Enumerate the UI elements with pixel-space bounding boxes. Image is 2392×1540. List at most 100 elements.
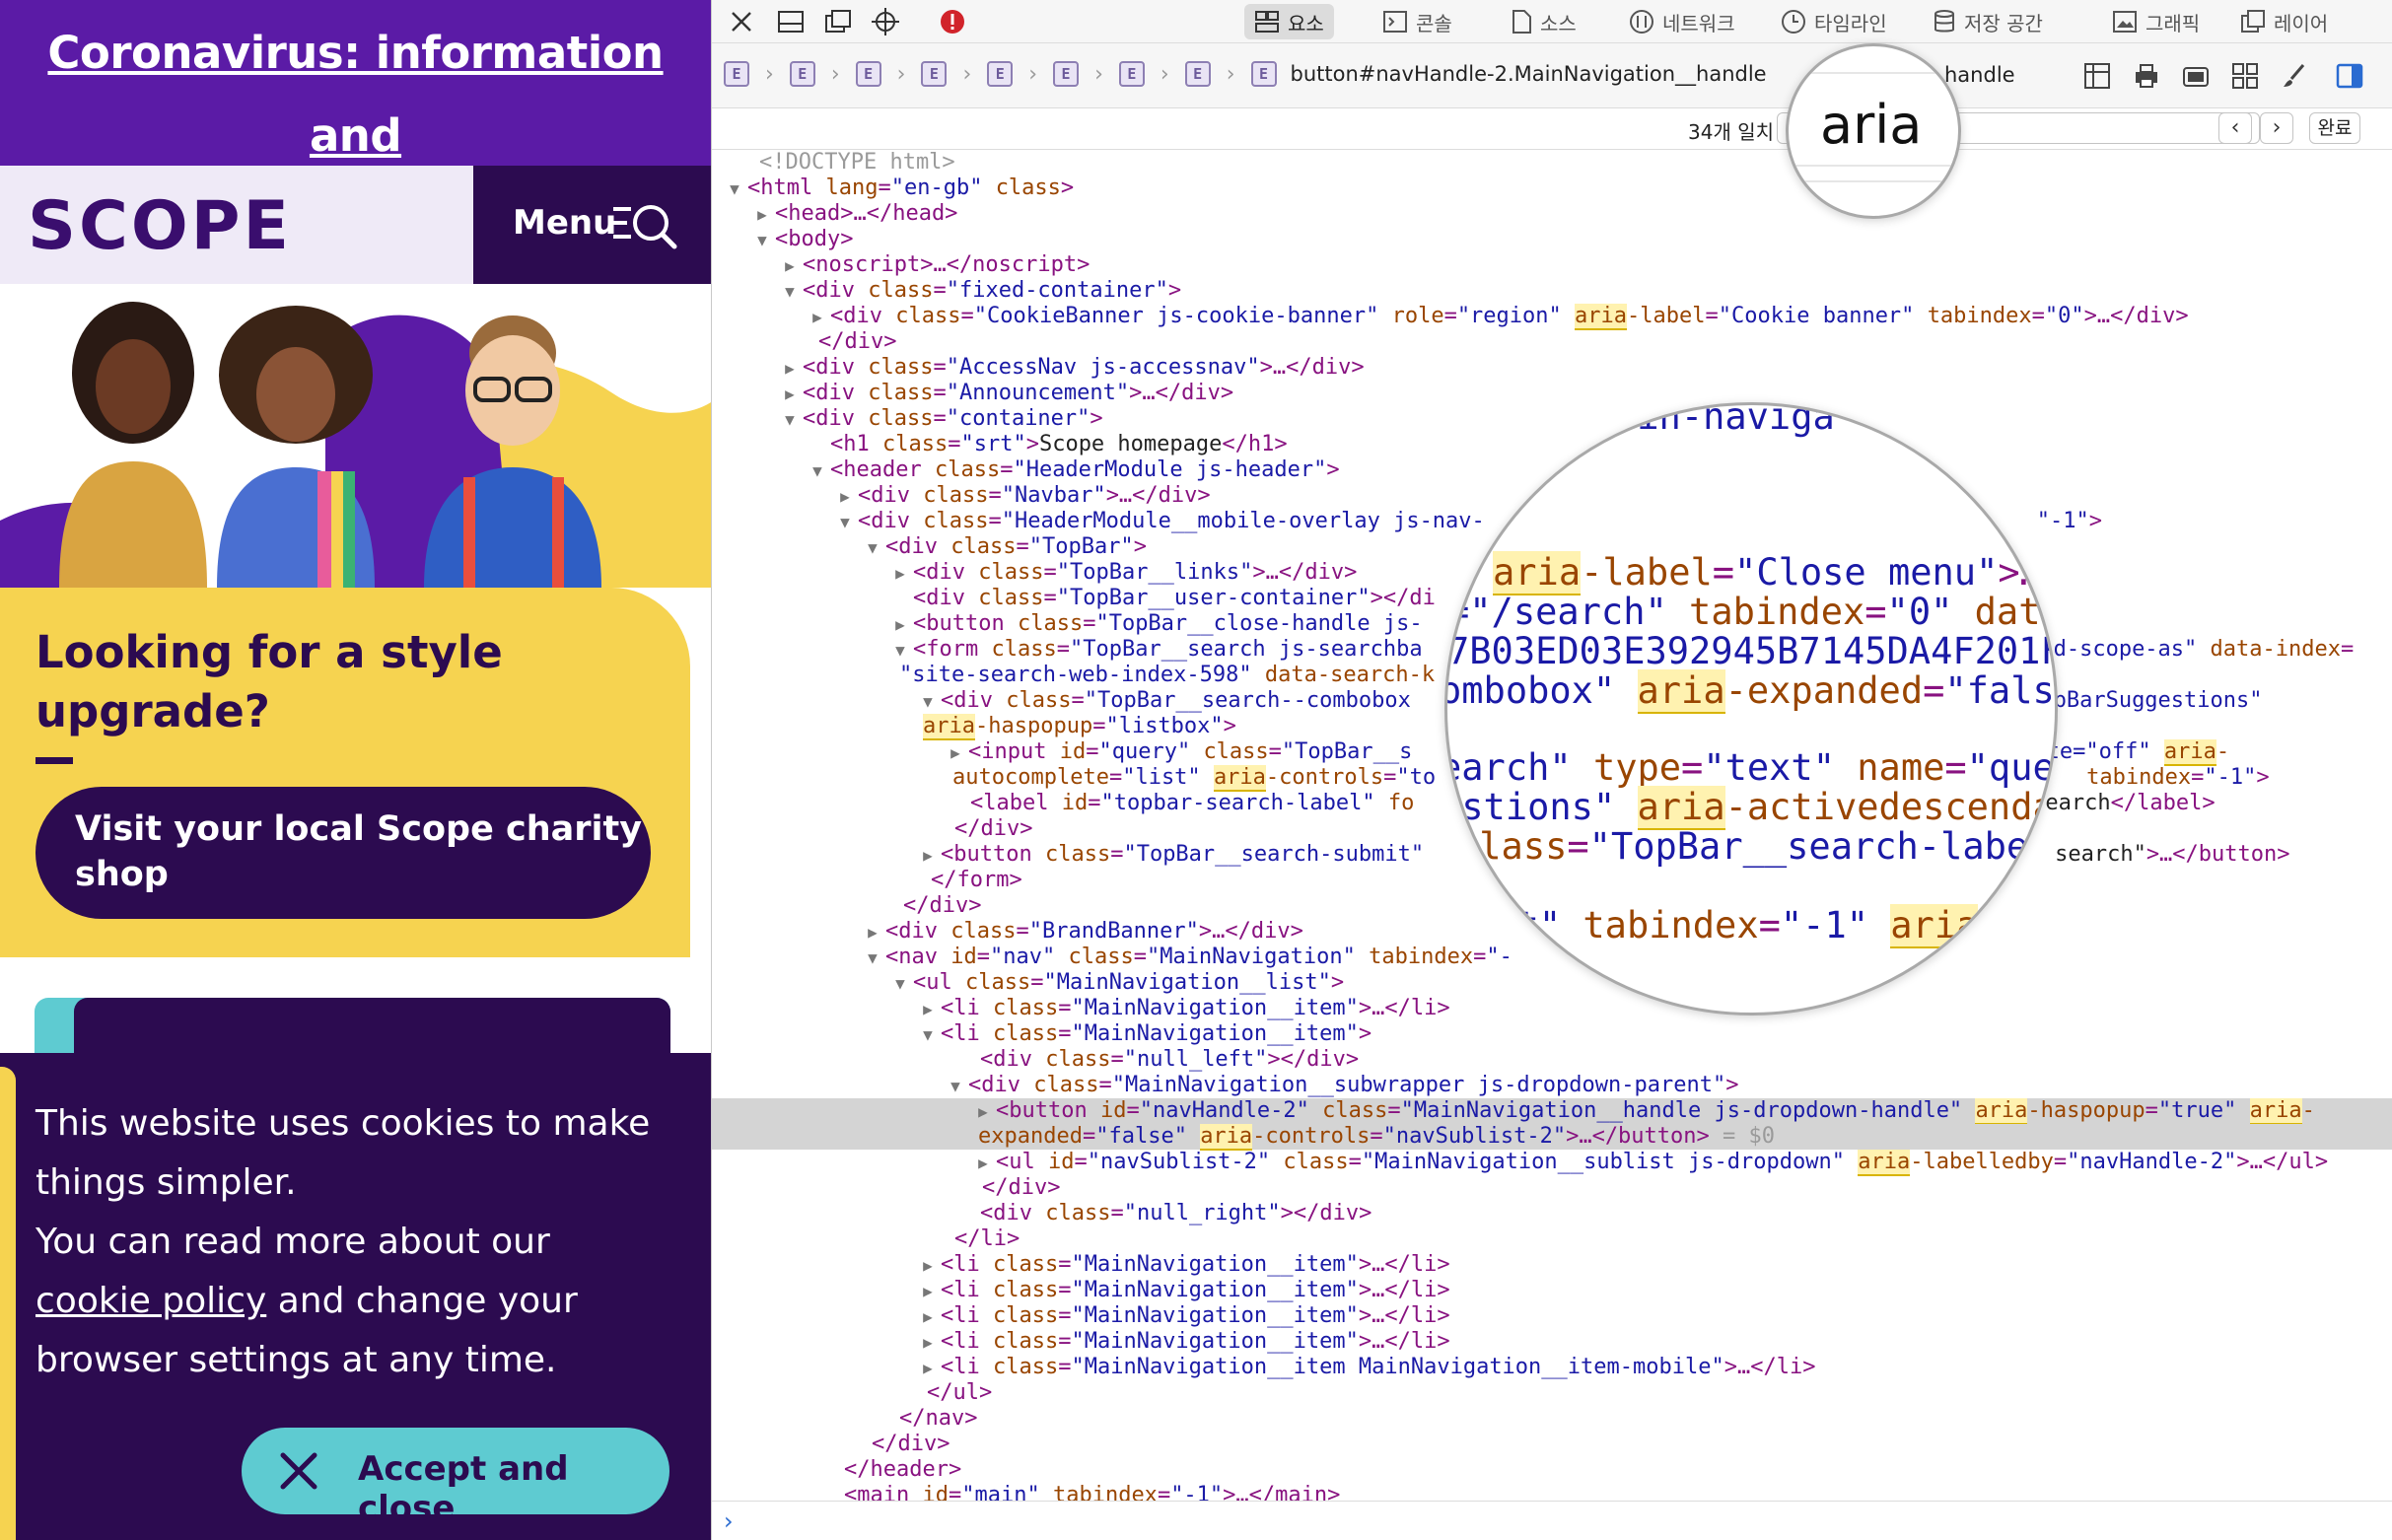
cookie-text: This website uses cookies to make things… <box>35 1103 651 1380</box>
tree-row[interactable]: ▼ <div class="container"> <box>712 406 2392 432</box>
breadcrumb-element-icon[interactable]: E <box>1053 61 1080 87</box>
coronavirus-alert-banner: Coronavirus: information andupdates <box>0 0 711 245</box>
breadcrumb-element-icon[interactable]: E <box>987 61 1014 87</box>
layers-icon <box>2241 10 2265 33</box>
tree-row[interactable]: ▶ <li class="MainNavigation__item">…</li> <box>712 996 2392 1021</box>
dock-bottom-icon[interactable] <box>775 6 807 37</box>
breadcrumb-element-icon[interactable]: E <box>724 61 749 87</box>
visit-shop-button[interactable]: Visit your local Scope charity shop <box>35 787 651 919</box>
prompt-chevron-icon: › <box>724 1507 734 1535</box>
tree-row[interactable]: ▶ <li class="MainNavigation__item">…</li> <box>712 1252 2392 1278</box>
menu-search-icon <box>613 205 677 249</box>
breadcrumb-element-icon[interactable]: E <box>1118 61 1145 87</box>
tree-row[interactable]: <div class="null_left"></div> <box>712 1047 2392 1073</box>
tree-row[interactable]: </li> <box>712 1226 2392 1252</box>
tree-row[interactable]: </header> <box>712 1457 2392 1483</box>
breadcrumb: E › E › E › E › E › E › E › E › E button#navHand… <box>724 61 1767 87</box>
scope-logo[interactable]: SCOPE <box>28 187 292 265</box>
tree-row[interactable]: </div> <box>712 1175 2392 1201</box>
find-bar: 34개 일치 ‹ › 완료 <box>712 108 2392 150</box>
paint-brush-icon[interactable] <box>2280 61 2309 91</box>
promo-rule <box>35 757 73 764</box>
magnifier-dom: ain-naviga aria-label="Close menu">…</ =… <box>1444 402 2058 1015</box>
tree-row[interactable]: ▶ <noscript>…</noscript> <box>712 252 2392 278</box>
tree-row[interactable]: ▶ <ul id="navSublist-2" class="MainNaviga… <box>712 1150 2392 1176</box>
tree-row[interactable]: ▼ <body> <box>712 227 2392 252</box>
menu-button[interactable]: Menu <box>473 166 711 284</box>
breadcrumb-element-icon[interactable]: E <box>789 61 815 87</box>
tab-elements[interactable]: 요소 <box>1244 4 1334 39</box>
tree-row[interactable]: ▶ <li class="MainNavigation__item">…</li> <box>712 1303 2392 1329</box>
tree-row[interactable]: <h1 class="srt">Scope homepage</h1> <box>712 432 2392 457</box>
breadcrumb-tail: handle <box>1944 63 2015 87</box>
tree-row[interactable]: ▼ <ul class="MainNavigation__list"> <box>712 970 2392 996</box>
element-picker-icon[interactable] <box>870 6 901 37</box>
next-match-button[interactable]: › <box>2260 112 2293 144</box>
tree-row[interactable]: <div class="null_right"></div> <box>712 1201 2392 1226</box>
console-prompt[interactable]: › <box>712 1501 2392 1540</box>
undock-icon[interactable] <box>822 6 854 37</box>
cookie-banner: This website uses cookies to make things… <box>0 1053 711 1540</box>
tree-row[interactable]: ▼ <div class="MainNavigation__subwrapper … <box>712 1073 2392 1098</box>
tab-graphics[interactable]: 그래픽 <box>2102 4 2210 39</box>
compositing-icon[interactable] <box>2230 61 2260 91</box>
tree-row[interactable]: ▶ <head>…</head> <box>712 201 2392 227</box>
match-count: 34개 일치 <box>1688 120 1775 144</box>
inspector-toolbar: 요소 콘솔 소스 네트워크 타임라인 저장 공간 그래픽 레이어 <box>712 0 2392 43</box>
magnified-query: aria <box>1820 94 1923 156</box>
hero-image <box>0 284 711 588</box>
website-viewport: Coronavirus: information andupdates SCOP… <box>0 0 711 1540</box>
error-icon[interactable] <box>937 6 968 37</box>
breadcrumb-element-icon[interactable]: E <box>855 61 881 87</box>
breadcrumb-selected[interactable]: button#navHandle-2.MainNavigation__handl… <box>1291 62 1767 86</box>
brand-bar: SCOPE Menu <box>0 166 711 284</box>
tab-console[interactable]: 콘솔 <box>1372 4 1462 39</box>
sidebar-toggle-icon[interactable] <box>2335 61 2364 91</box>
tree-row[interactable]: <!DOCTYPE html> <box>712 150 2392 175</box>
tree-row[interactable]: ▼ <html lang="en-gb" class> <box>712 175 2392 201</box>
screenshot-icon[interactable] <box>2181 61 2211 91</box>
tree-row[interactable]: ▶ <li class="MainNavigation__item MainNav… <box>712 1355 2392 1380</box>
timeline-icon <box>1782 10 1805 34</box>
tab-network[interactable]: 네트워크 <box>1619 4 1745 39</box>
close-icon <box>280 1452 317 1490</box>
tree-row-selected[interactable]: ▶ <button id="navHandle-2" class="MainNav… <box>712 1098 2392 1125</box>
breadcrumb-element-icon[interactable]: E <box>1184 61 1211 87</box>
network-icon <box>1630 10 1653 34</box>
hero-people-illustration <box>0 284 711 588</box>
tree-row[interactable]: ▶ <li class="MainNavigation__item">…</li> <box>712 1329 2392 1355</box>
tab-timeline[interactable]: 타임라인 <box>1771 4 1897 39</box>
tree-row[interactable]: </div> <box>712 329 2392 355</box>
tree-row[interactable]: </nav> <box>712 1406 2392 1432</box>
selected-node-marker: = $0 <box>1723 1124 1776 1149</box>
tree-row[interactable]: ▶ <div class="CookieBanner js-cookie-bann… <box>712 304 2392 330</box>
tab-layers[interactable]: 레이어 <box>2230 4 2338 39</box>
tab-sources[interactable]: 소스 <box>1501 4 1586 39</box>
tree-row[interactable]: </ul> <box>712 1380 2392 1406</box>
grid-overlay-icon[interactable] <box>2082 61 2112 91</box>
tree-row-selected[interactable]: expanded="false" aria-controls="navSubli… <box>712 1124 2392 1151</box>
elements-icon <box>1255 11 1279 33</box>
cookie-policy-link[interactable]: cookie policy <box>35 1281 266 1321</box>
breadcrumb-element-icon[interactable]: E <box>1250 61 1277 87</box>
tree-row[interactable]: <main id="main" tabindex="-1">…</main> <box>712 1483 2392 1501</box>
promo-heading: Looking for a style upgrade? <box>35 626 503 737</box>
done-button[interactable]: 완료 <box>2309 112 2360 144</box>
close-inspector-icon[interactable] <box>726 6 757 37</box>
menu-label: Menu <box>513 203 617 243</box>
dom-breadcrumb-bar: E › E › E › E › E › E › E › E › E button#navHand… <box>712 43 2392 108</box>
tree-row[interactable]: </div> <box>712 1432 2392 1457</box>
accept-and-close-button[interactable]: Accept and close <box>242 1428 669 1528</box>
web-inspector: 요소 콘솔 소스 네트워크 타임라인 저장 공간 그래픽 레이어 E › E ›… <box>711 0 2392 1540</box>
tree-row[interactable]: ▼ <li class="MainNavigation__item"> <box>712 1021 2392 1047</box>
accept-label: Accept and close <box>358 1449 569 1528</box>
tree-row[interactable]: ▶ <li class="MainNavigation__item">…</li> <box>712 1278 2392 1303</box>
breadcrumb-element-icon[interactable]: E <box>921 61 948 87</box>
print-icon[interactable] <box>2132 61 2161 91</box>
tree-row[interactable]: ▶ <div class="Announcement">…</div> <box>712 381 2392 406</box>
tree-row[interactable]: ▼ <nav id="nav" class="MainNavigation" ta… <box>712 945 2392 970</box>
previous-match-button[interactable]: ‹ <box>2218 112 2252 144</box>
tree-row[interactable]: ▼ <div class="fixed-container"> <box>712 278 2392 304</box>
tab-storage[interactable]: 저장 공간 <box>1923 4 2053 39</box>
tree-row[interactable]: ▶ <div class="AccessNav js-accessnav">…</… <box>712 355 2392 381</box>
